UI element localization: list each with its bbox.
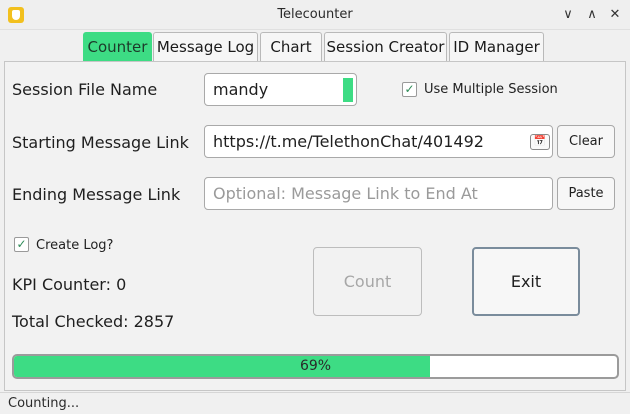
session-file-label: Session File Name — [12, 80, 158, 99]
use-multiple-session-checkbox[interactable]: ✓ — [402, 82, 417, 97]
status-text: Counting... — [8, 396, 80, 411]
starting-link-label: Starting Message Link — [12, 133, 189, 152]
count-button[interactable]: Count — [313, 247, 422, 316]
input-accent-indicator — [343, 78, 353, 102]
exit-button[interactable]: Exit — [472, 247, 580, 316]
calendar-icon[interactable]: 📅 — [530, 134, 550, 150]
tab-counter[interactable]: Counter — [83, 32, 152, 61]
create-log-checkbox[interactable]: ✓ — [14, 237, 29, 252]
close-icon[interactable]: ✕ — [606, 6, 624, 24]
progress-bar: 69% — [12, 354, 619, 379]
paste-button[interactable]: Paste — [557, 177, 615, 210]
maximize-icon[interactable]: ∧ — [583, 6, 601, 24]
clear-button[interactable]: Clear — [557, 125, 615, 158]
ending-link-label: Ending Message Link — [12, 185, 181, 204]
title-bar: Telecounter ∨ ∧ ✕ — [0, 0, 630, 30]
kpi-counter: KPI Counter: 0 — [12, 275, 127, 294]
progress-text: 69% — [299, 358, 332, 374]
tab-id-manager[interactable]: ID Manager — [449, 32, 544, 61]
window-title: Telecounter — [277, 7, 353, 22]
ending-link-input[interactable]: Optional: Message Link to End At — [204, 177, 553, 210]
total-checked: Total Checked: 2857 — [12, 312, 175, 331]
counter-panel — [4, 61, 626, 391]
create-log-label: Create Log? — [36, 238, 114, 253]
tab-chart[interactable]: Chart — [260, 32, 322, 61]
minimize-icon[interactable]: ∨ — [559, 6, 577, 24]
session-file-input[interactable]: mandy — [204, 73, 357, 106]
session-file-value: mandy — [213, 80, 269, 99]
tab-message-log[interactable]: Message Log — [153, 32, 258, 61]
use-multiple-session-label: Use Multiple Session — [424, 82, 558, 97]
status-bar: Counting... — [0, 392, 630, 414]
tab-session-creator[interactable]: Session Creator — [324, 32, 447, 61]
starting-link-input[interactable]: https://t.me/TelethonChat/401492 📅 — [204, 125, 553, 158]
starting-link-value: https://t.me/TelethonChat/401492 — [213, 132, 484, 151]
